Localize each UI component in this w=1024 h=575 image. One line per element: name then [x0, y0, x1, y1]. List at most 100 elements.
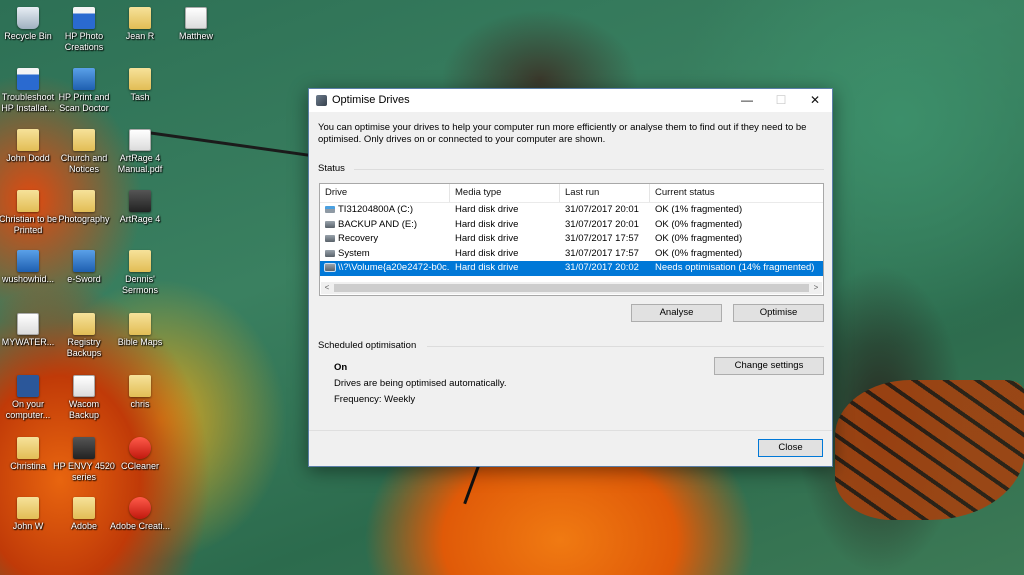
drive-cell-text: Hard disk drive — [455, 204, 519, 215]
desktop-icon[interactable]: John W — [0, 497, 59, 532]
desktop-icon-label: Tash — [130, 92, 150, 102]
system-drive-icon — [325, 206, 335, 213]
folder-icon — [17, 129, 39, 151]
drive-cell-text: Recovery — [338, 233, 379, 244]
desktop-icon[interactable]: Church and Notices — [53, 129, 115, 175]
drive-cell-media: Hard disk drive — [450, 247, 560, 262]
scroll-right-arrow-icon[interactable]: > — [810, 282, 822, 294]
drives-list[interactable]: Drive Media type Last run Current status… — [319, 183, 824, 296]
scrollbar-thumb[interactable] — [334, 284, 809, 292]
desktop-icon[interactable]: Matthew — [165, 7, 227, 42]
drive-cell-drive: BACKUP AND (E:) — [320, 218, 450, 233]
analyse-button[interactable]: Analyse — [631, 304, 722, 322]
desktop-icon-label: Bible Maps — [117, 337, 163, 347]
desktop-icon[interactable]: HP Print and Scan Doctor — [53, 68, 115, 114]
tool-icon — [17, 250, 39, 272]
title-bar[interactable]: Optimise Drives — ☐ ✕ — [309, 89, 832, 112]
drive-cell-media: Hard disk drive — [450, 203, 560, 218]
adobe-icon — [129, 497, 151, 519]
desktop-icon[interactable]: Wacom Backup — [53, 375, 115, 421]
change-settings-button[interactable]: Change settings — [714, 357, 824, 375]
desktop-icon[interactable]: Adobe — [53, 497, 115, 532]
desktop-icon[interactable]: Tash — [109, 68, 171, 103]
desktop-icon-label: Photography — [58, 214, 110, 224]
desktop-icon[interactable]: Christian to be Printed — [0, 190, 59, 236]
window-title: Optimise Drives — [332, 94, 410, 106]
desktop-icon[interactable]: chris — [109, 375, 171, 410]
drive-row[interactable]: BACKUP AND (E:) Hard disk drive 31/07/2017… — [320, 218, 823, 233]
desktop-icon[interactable]: Adobe Creati... — [109, 497, 171, 532]
column-header-media-type[interactable]: Media type — [450, 184, 560, 202]
desktop-icon[interactable]: ArtRage 4 Manual.pdf — [109, 129, 171, 175]
desktop-icon-label: chris — [130, 399, 150, 409]
horizontal-scrollbar[interactable]: < > — [321, 282, 822, 294]
desktop-icon[interactable]: Troubleshoot HP Installat... — [0, 68, 59, 114]
drive-cell-media: Hard disk drive — [450, 218, 560, 233]
drive-cell-text: OK (0% fragmented) — [655, 218, 743, 230]
desktop-icon[interactable]: e-Sword — [53, 250, 115, 285]
desktop-icon[interactable]: Registry Backups — [53, 313, 115, 359]
minimize-button[interactable]: — — [730, 89, 764, 112]
drive-cell-text: Hard disk drive — [455, 247, 519, 259]
desktop-icon-label: Dennis' Sermons — [121, 274, 158, 295]
desktop-icon-label: MYWATER... — [1, 337, 55, 347]
scroll-left-arrow-icon[interactable]: < — [321, 282, 333, 294]
drive-cell-text: Needs optimisation (14% fragmented) — [655, 262, 815, 273]
schedule-state: On — [334, 362, 348, 373]
column-header-last-run[interactable]: Last run — [560, 184, 650, 202]
drive-cell-drive: Recovery — [320, 232, 450, 247]
desktop-icon-label: On your computer... — [5, 399, 51, 420]
drive-cell-drive: TI31204800A (C:) — [320, 203, 450, 218]
drives-list-header: Drive Media type Last run Current status — [320, 184, 823, 203]
close-window-button[interactable]: ✕ — [798, 89, 832, 112]
folder-icon — [17, 437, 39, 459]
drive-cell-text: Hard disk drive — [455, 218, 519, 230]
desktop-icon[interactable]: MYWATER... — [0, 313, 59, 348]
wallpaper-butterfly — [835, 380, 1024, 520]
desktop-icon[interactable]: Jean R — [109, 7, 171, 42]
folder-icon — [129, 68, 151, 90]
drive-row[interactable]: TI31204800A (C:) Hard disk drive 31/07/201… — [320, 203, 823, 218]
desktop-icon[interactable]: Photography — [53, 190, 115, 225]
desktop-icon[interactable]: HP ENVY 4520 series — [53, 437, 115, 483]
hard-drive-icon — [324, 263, 336, 272]
drive-row[interactable]: \\?\Volume{a20e2472-b0c... Hard disk driv… — [320, 261, 823, 276]
desktop-icon[interactable]: Bible Maps — [109, 313, 171, 348]
optimise-button[interactable]: Optimise — [733, 304, 824, 322]
desktop-icon[interactable]: Recycle Bin — [0, 7, 59, 42]
drive-cell-text: \\?\Volume{a20e2472-b0c... — [338, 262, 450, 273]
folder-icon — [129, 7, 151, 29]
desktop-icon[interactable]: Christina — [0, 437, 59, 472]
schedule-description: Drives are being optimised automatically… — [334, 378, 507, 389]
document-icon — [17, 313, 39, 335]
status-section-label: Status — [318, 163, 345, 174]
folder-icon — [129, 313, 151, 335]
desktop-icon[interactable]: John Dodd — [0, 129, 59, 164]
folder-icon — [17, 497, 39, 519]
drive-cell-text: 31/07/2017 20:02 — [565, 262, 639, 273]
column-header-drive[interactable]: Drive — [320, 184, 450, 202]
desktop-icon[interactable]: On your computer... — [0, 375, 59, 421]
close-button[interactable]: Close — [758, 439, 823, 457]
desktop-icon[interactable]: Dennis' Sermons — [109, 250, 171, 296]
desktop-icon[interactable]: wushowhid... — [0, 250, 59, 285]
drive-cell-last-run: 31/07/2017 17:57 — [560, 247, 650, 262]
optimise-drives-window: Optimise Drives — ☐ ✕ You can optimise y… — [308, 88, 833, 467]
ccleaner-icon — [129, 437, 151, 459]
drive-cell-text: OK (0% fragmented) — [655, 247, 743, 259]
column-header-current-status[interactable]: Current status — [650, 184, 823, 202]
drive-cell-text: TI31204800A (C:) — [338, 204, 413, 215]
drive-row[interactable]: System Hard disk drive 31/07/2017 17:57 OK … — [320, 247, 823, 262]
drive-row[interactable]: Recovery Hard disk drive 31/07/2017 17:57 O… — [320, 232, 823, 247]
desktop-icon[interactable]: HP Photo Creations — [53, 7, 115, 53]
window-icon — [17, 68, 39, 90]
drive-cell-last-run: 31/07/2017 20:01 — [560, 218, 650, 233]
desktop-icon-label: John Dodd — [6, 153, 50, 163]
document-icon — [73, 375, 95, 397]
artrage-icon — [129, 190, 151, 212]
schedule-frequency: Frequency: Weekly — [334, 394, 416, 405]
drive-cell-drive: \\?\Volume{a20e2472-b0c... — [320, 261, 450, 276]
desktop-icon[interactable]: ArtRage 4 — [109, 190, 171, 225]
desktop-icon[interactable]: CCleaner — [109, 437, 171, 472]
folder-icon — [73, 190, 95, 212]
